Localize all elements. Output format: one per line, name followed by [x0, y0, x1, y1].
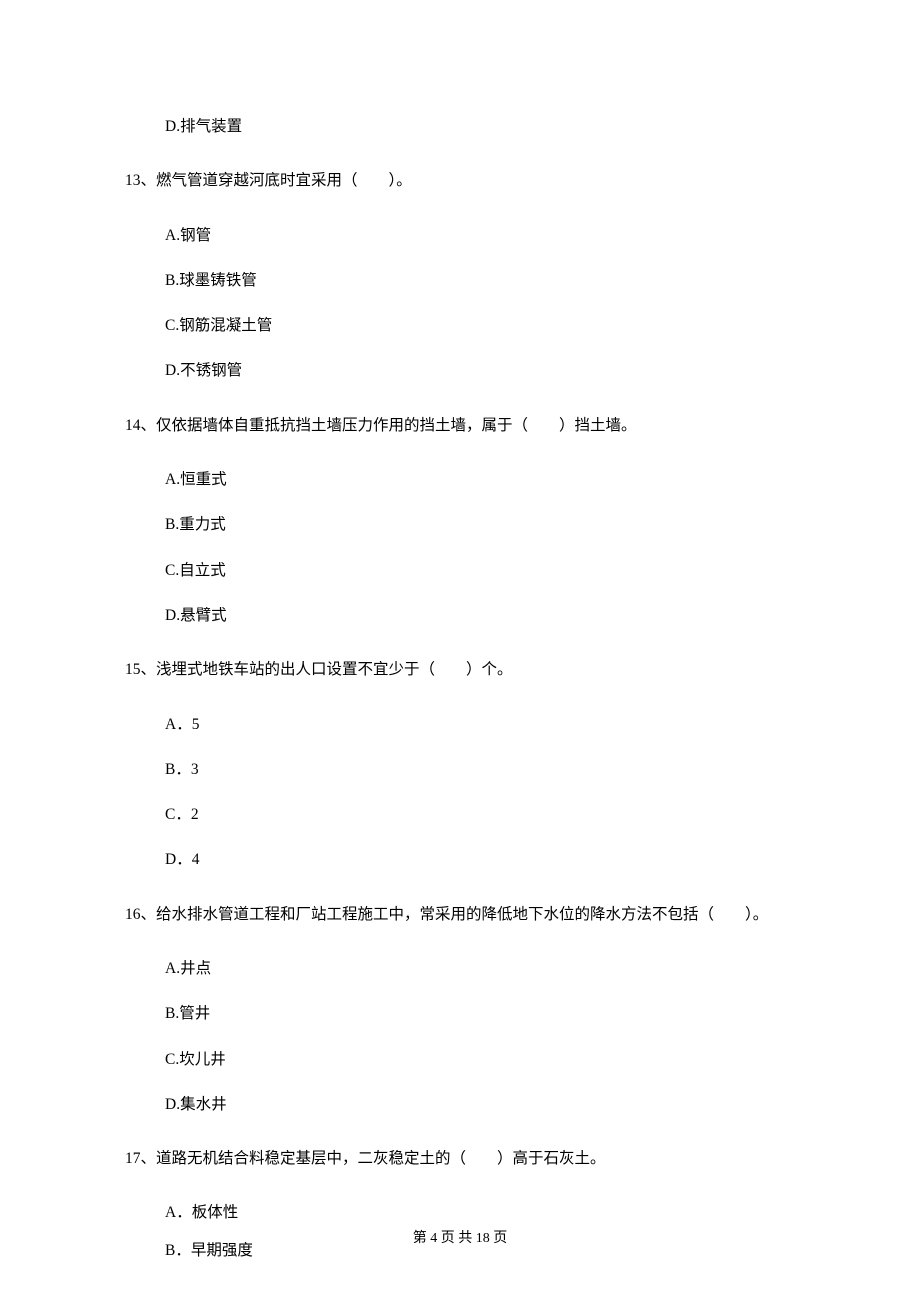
option-b: B．3: [165, 758, 795, 781]
option-a: A.钢管: [165, 224, 795, 247]
question-13: 13、燃气管道穿越河底时宜采用（ ）。 A.钢管 B.球墨铸铁管 C.钢筋混凝土…: [125, 166, 795, 382]
question-number: 17: [125, 1150, 141, 1167]
question-stem: 燃气管道穿越河底时宜采用（ ）。: [156, 172, 412, 189]
question-stem: 浅埋式地铁车站的出人口设置不宜少于（ ）个。: [156, 661, 513, 678]
option-b: B.球墨铸铁管: [165, 269, 795, 292]
option-d: D.集水井: [165, 1093, 795, 1116]
orphan-option: D.排气装置: [165, 115, 795, 138]
question-number: 13: [125, 172, 141, 189]
option-a: A.井点: [165, 957, 795, 980]
question-15: 15、浅埋式地铁车站的出人口设置不宜少于（ ）个。 A．5 B．3 C．2 D．…: [125, 655, 795, 871]
question-stem: 仅依据墙体自重抵抗挡土墙压力作用的挡土墙，属于（ ）挡土墙。: [156, 417, 637, 434]
question-stem: 给水排水管道工程和厂站工程施工中，常采用的降低地下水位的降水方法不包括（ ）。: [156, 906, 768, 923]
question-16: 16、给水排水管道工程和厂站工程施工中，常采用的降低地下水位的降水方法不包括（ …: [125, 900, 795, 1116]
option-a: A．板体性: [165, 1201, 795, 1224]
option-c: C.自立式: [165, 559, 795, 582]
document-page: D.排气装置 13、燃气管道穿越河底时宜采用（ ）。 A.钢管 B.球墨铸铁管 …: [0, 0, 920, 1262]
option-d: D.不锈钢管: [165, 359, 795, 382]
option-c: C.钢筋混凝土管: [165, 314, 795, 337]
option-a: A．5: [165, 713, 795, 736]
question-number: 15: [125, 661, 141, 678]
question-text: 13、燃气管道穿越河底时宜采用（ ）。: [125, 166, 795, 195]
option-d: D．4: [165, 848, 795, 871]
question-text: 14、仅依据墙体自重抵抗挡土墙压力作用的挡土墙，属于（ ）挡土墙。: [125, 411, 795, 440]
option-c: C．2: [165, 803, 795, 826]
question-text: 15、浅埋式地铁车站的出人口设置不宜少于（ ）个。: [125, 655, 795, 684]
question-number: 16: [125, 906, 141, 923]
question-14: 14、仅依据墙体自重抵抗挡土墙压力作用的挡土墙，属于（ ）挡土墙。 A.恒重式 …: [125, 411, 795, 627]
question-number: 14: [125, 417, 141, 434]
option-list: A.钢管 B.球墨铸铁管 C.钢筋混凝土管 D.不锈钢管: [165, 224, 795, 383]
option-a: A.恒重式: [165, 468, 795, 491]
question-text: 17、道路无机结合料稳定基层中，二灰稳定土的（ ）高于石灰土。: [125, 1144, 795, 1173]
option-d: D.悬臂式: [165, 604, 795, 627]
option-b: B.管井: [165, 1002, 795, 1025]
option-list: A．5 B．3 C．2 D．4: [165, 713, 795, 872]
option-list: A.恒重式 B.重力式 C.自立式 D.悬臂式: [165, 468, 795, 627]
question-text: 16、给水排水管道工程和厂站工程施工中，常采用的降低地下水位的降水方法不包括（ …: [125, 900, 795, 929]
question-stem: 道路无机结合料稳定基层中，二灰稳定土的（ ）高于石灰土。: [156, 1150, 606, 1167]
option-list: A.井点 B.管井 C.坎儿井 D.集水井: [165, 957, 795, 1116]
page-footer: 第 4 页 共 18 页: [0, 1227, 920, 1247]
option-b: B.重力式: [165, 513, 795, 536]
option-c: C.坎儿井: [165, 1048, 795, 1071]
